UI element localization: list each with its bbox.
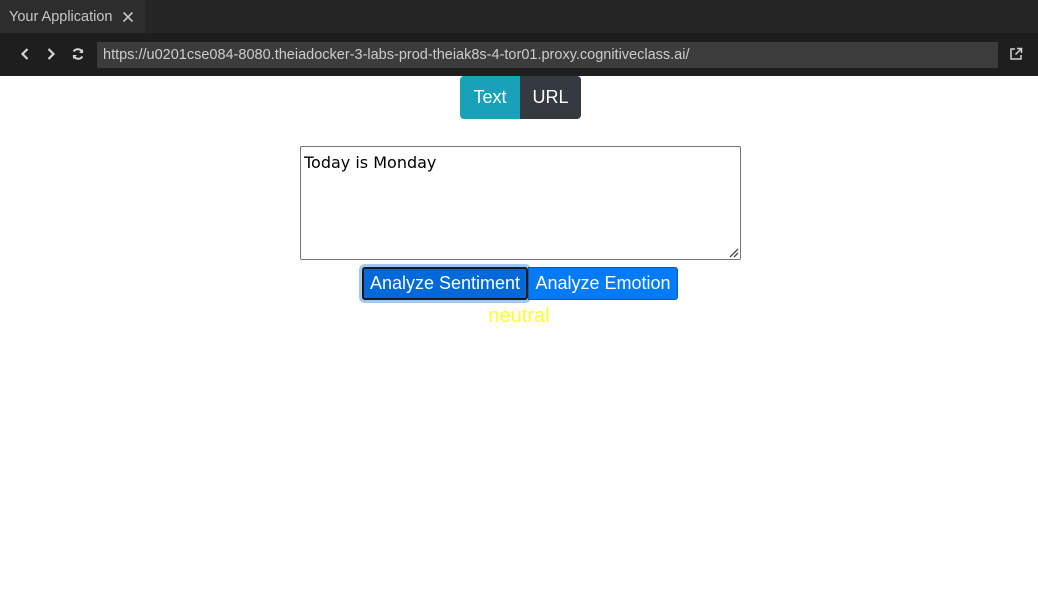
preview-toolbar <box>0 33 1038 76</box>
text-mode-button[interactable]: Text <box>460 76 520 119</box>
external-link-icon[interactable] <box>1008 46 1024 62</box>
tab-your-application[interactable]: Your Application <box>0 0 145 33</box>
url-mode-button[interactable]: URL <box>520 76 581 119</box>
chevron-right-icon[interactable] <box>43 46 59 62</box>
analyze-sentiment-button[interactable]: Analyze Sentiment <box>362 267 528 300</box>
text-to-analyze-input[interactable] <box>300 146 741 260</box>
close-icon[interactable] <box>120 9 136 25</box>
sentiment-result: neutral <box>488 305 550 327</box>
analyze-emotion-button[interactable]: Analyze Emotion <box>528 267 678 300</box>
resize-handle-icon[interactable] <box>728 247 739 258</box>
refresh-icon[interactable] <box>70 46 86 62</box>
chevron-left-icon[interactable] <box>17 46 33 62</box>
tab-bar: Your Application <box>0 0 1038 33</box>
tab-title: Your Application <box>9 8 113 25</box>
url-input[interactable] <box>97 42 998 68</box>
